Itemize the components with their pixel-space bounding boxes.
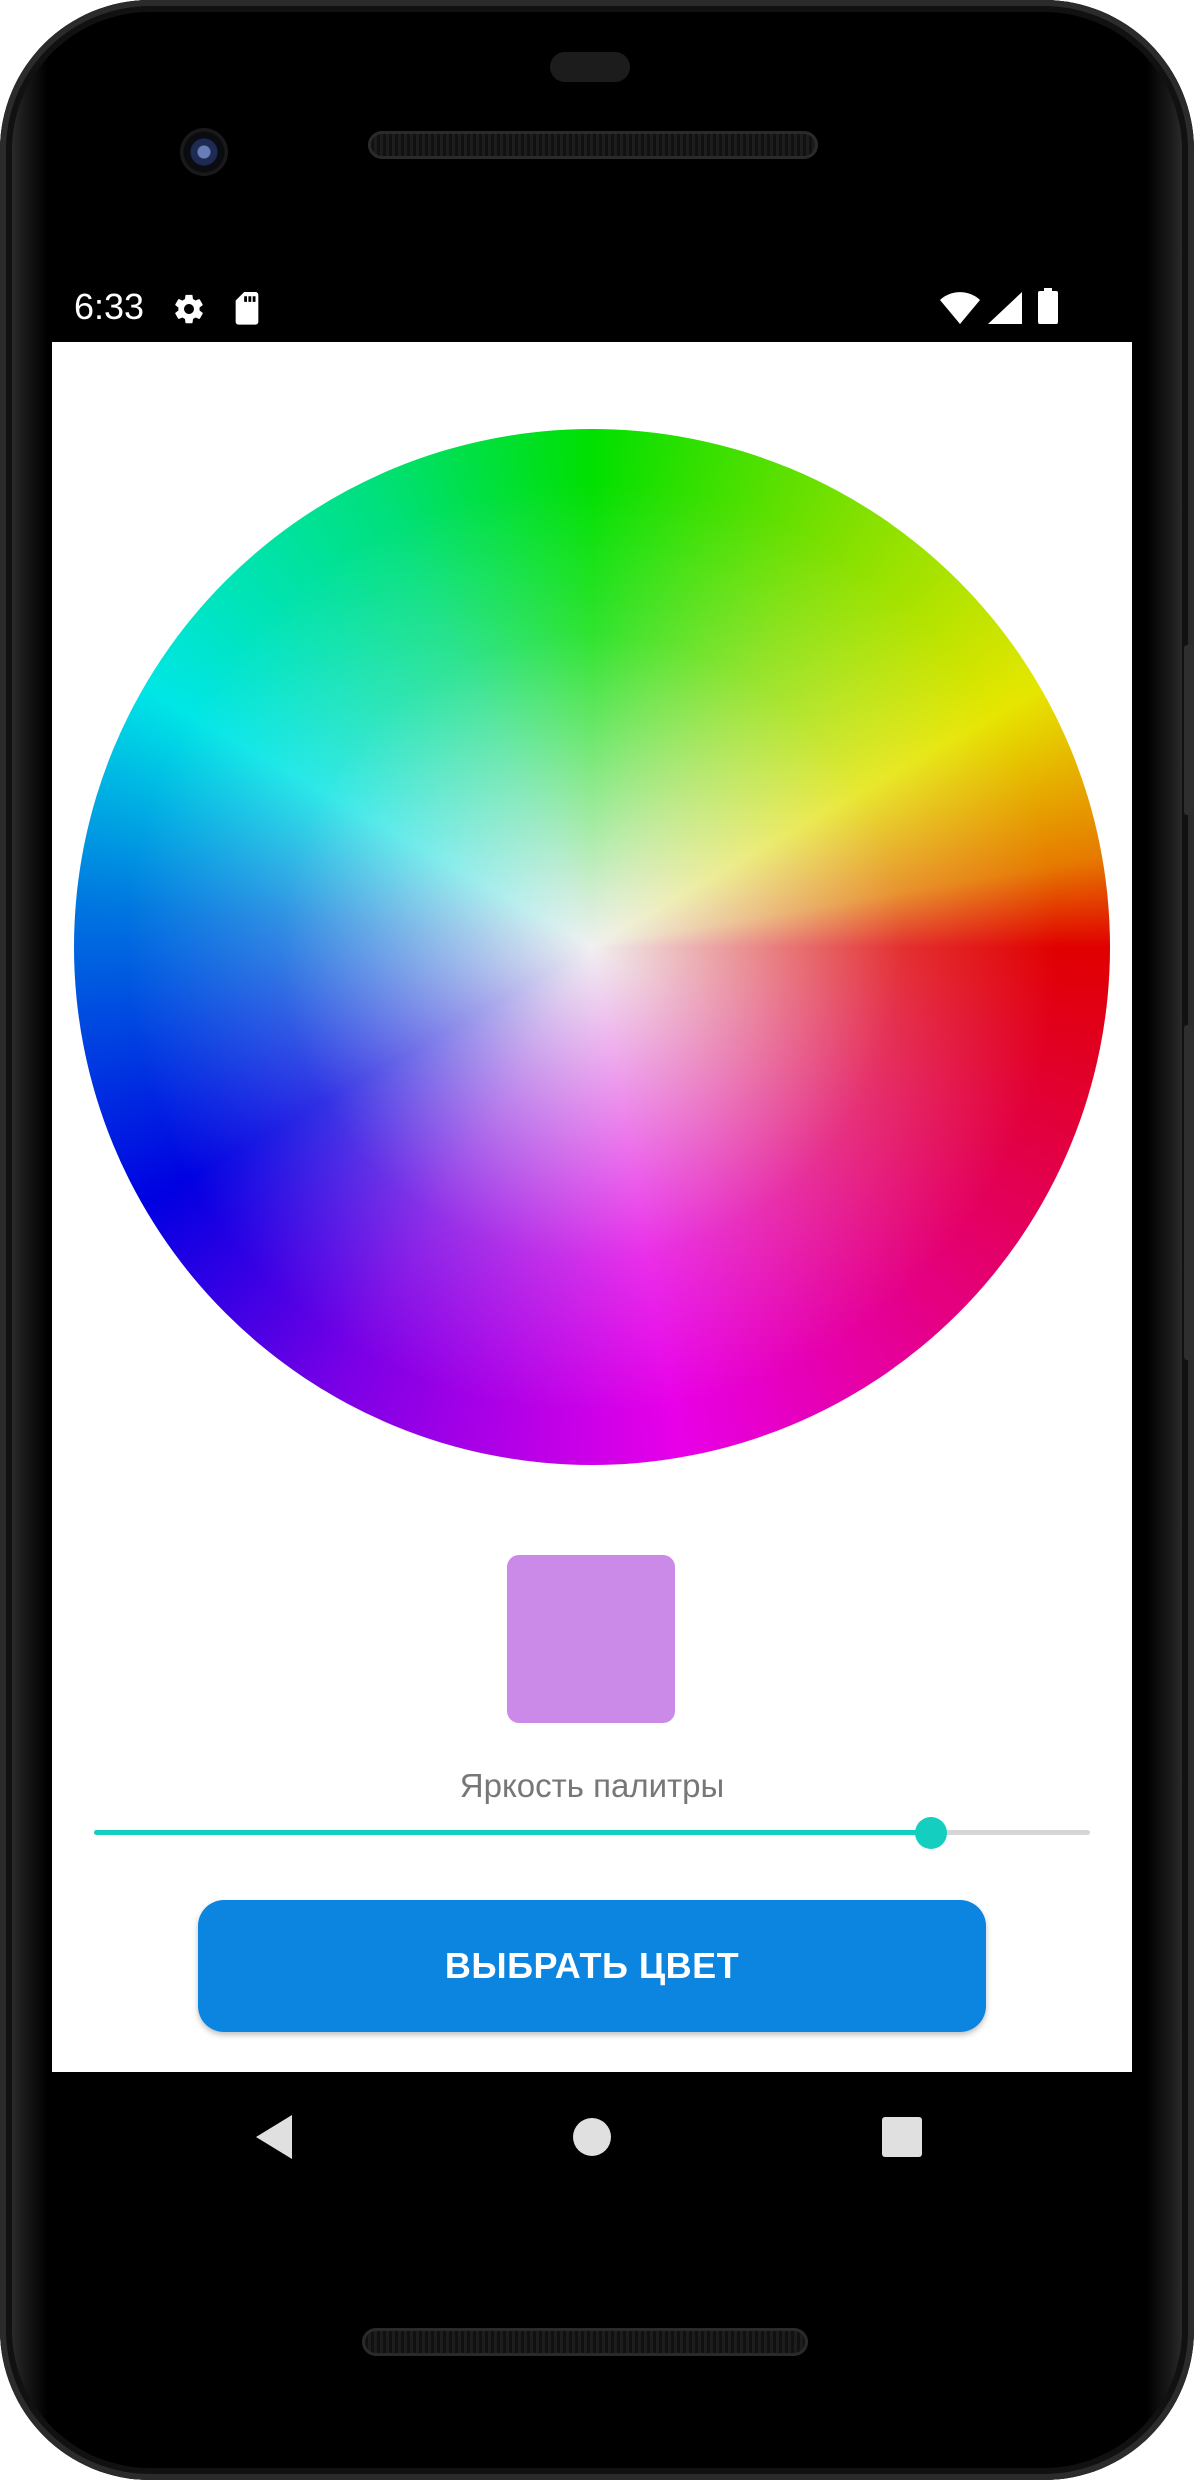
status-bar: 6:33 bbox=[52, 272, 1132, 342]
settings-gear-icon bbox=[172, 292, 206, 326]
bottom-speaker-grille bbox=[362, 2328, 808, 2356]
brightness-label: Яркость палитры bbox=[459, 1767, 725, 1804]
cell-signal-icon bbox=[988, 292, 1022, 324]
app-screen: Яркость палитры ВЫБРАТЬ ЦВЕТ bbox=[52, 342, 1132, 2072]
wifi-icon bbox=[940, 292, 980, 324]
color-preview-swatch bbox=[507, 1555, 675, 1723]
status-time: 6:33 bbox=[74, 286, 145, 327]
home-icon[interactable] bbox=[557, 2102, 627, 2172]
battery-icon bbox=[1038, 288, 1058, 324]
back-icon[interactable] bbox=[241, 2102, 311, 2172]
volume-button bbox=[1184, 1025, 1194, 1360]
select-color-button[interactable]: ВЫБРАТЬ ЦВЕТ bbox=[198, 1900, 986, 2032]
color-wheel[interactable] bbox=[74, 429, 1110, 1465]
slider-thumb[interactable] bbox=[914, 1817, 947, 1849]
navigation-bar bbox=[52, 2072, 1132, 2202]
power-button bbox=[1184, 645, 1194, 815]
proximity-sensor bbox=[550, 52, 630, 82]
top-speaker-grille bbox=[368, 131, 818, 159]
brightness-slider[interactable] bbox=[94, 1812, 1090, 1852]
phone-frame: 6:33 Яркость палитры ВЫБРАТЬ ЦВЕТ bbox=[0, 0, 1194, 2480]
recents-icon[interactable] bbox=[867, 2102, 937, 2172]
sd-card-icon bbox=[232, 292, 262, 326]
front-camera-icon bbox=[180, 128, 228, 176]
slider-fill bbox=[94, 1830, 931, 1835]
